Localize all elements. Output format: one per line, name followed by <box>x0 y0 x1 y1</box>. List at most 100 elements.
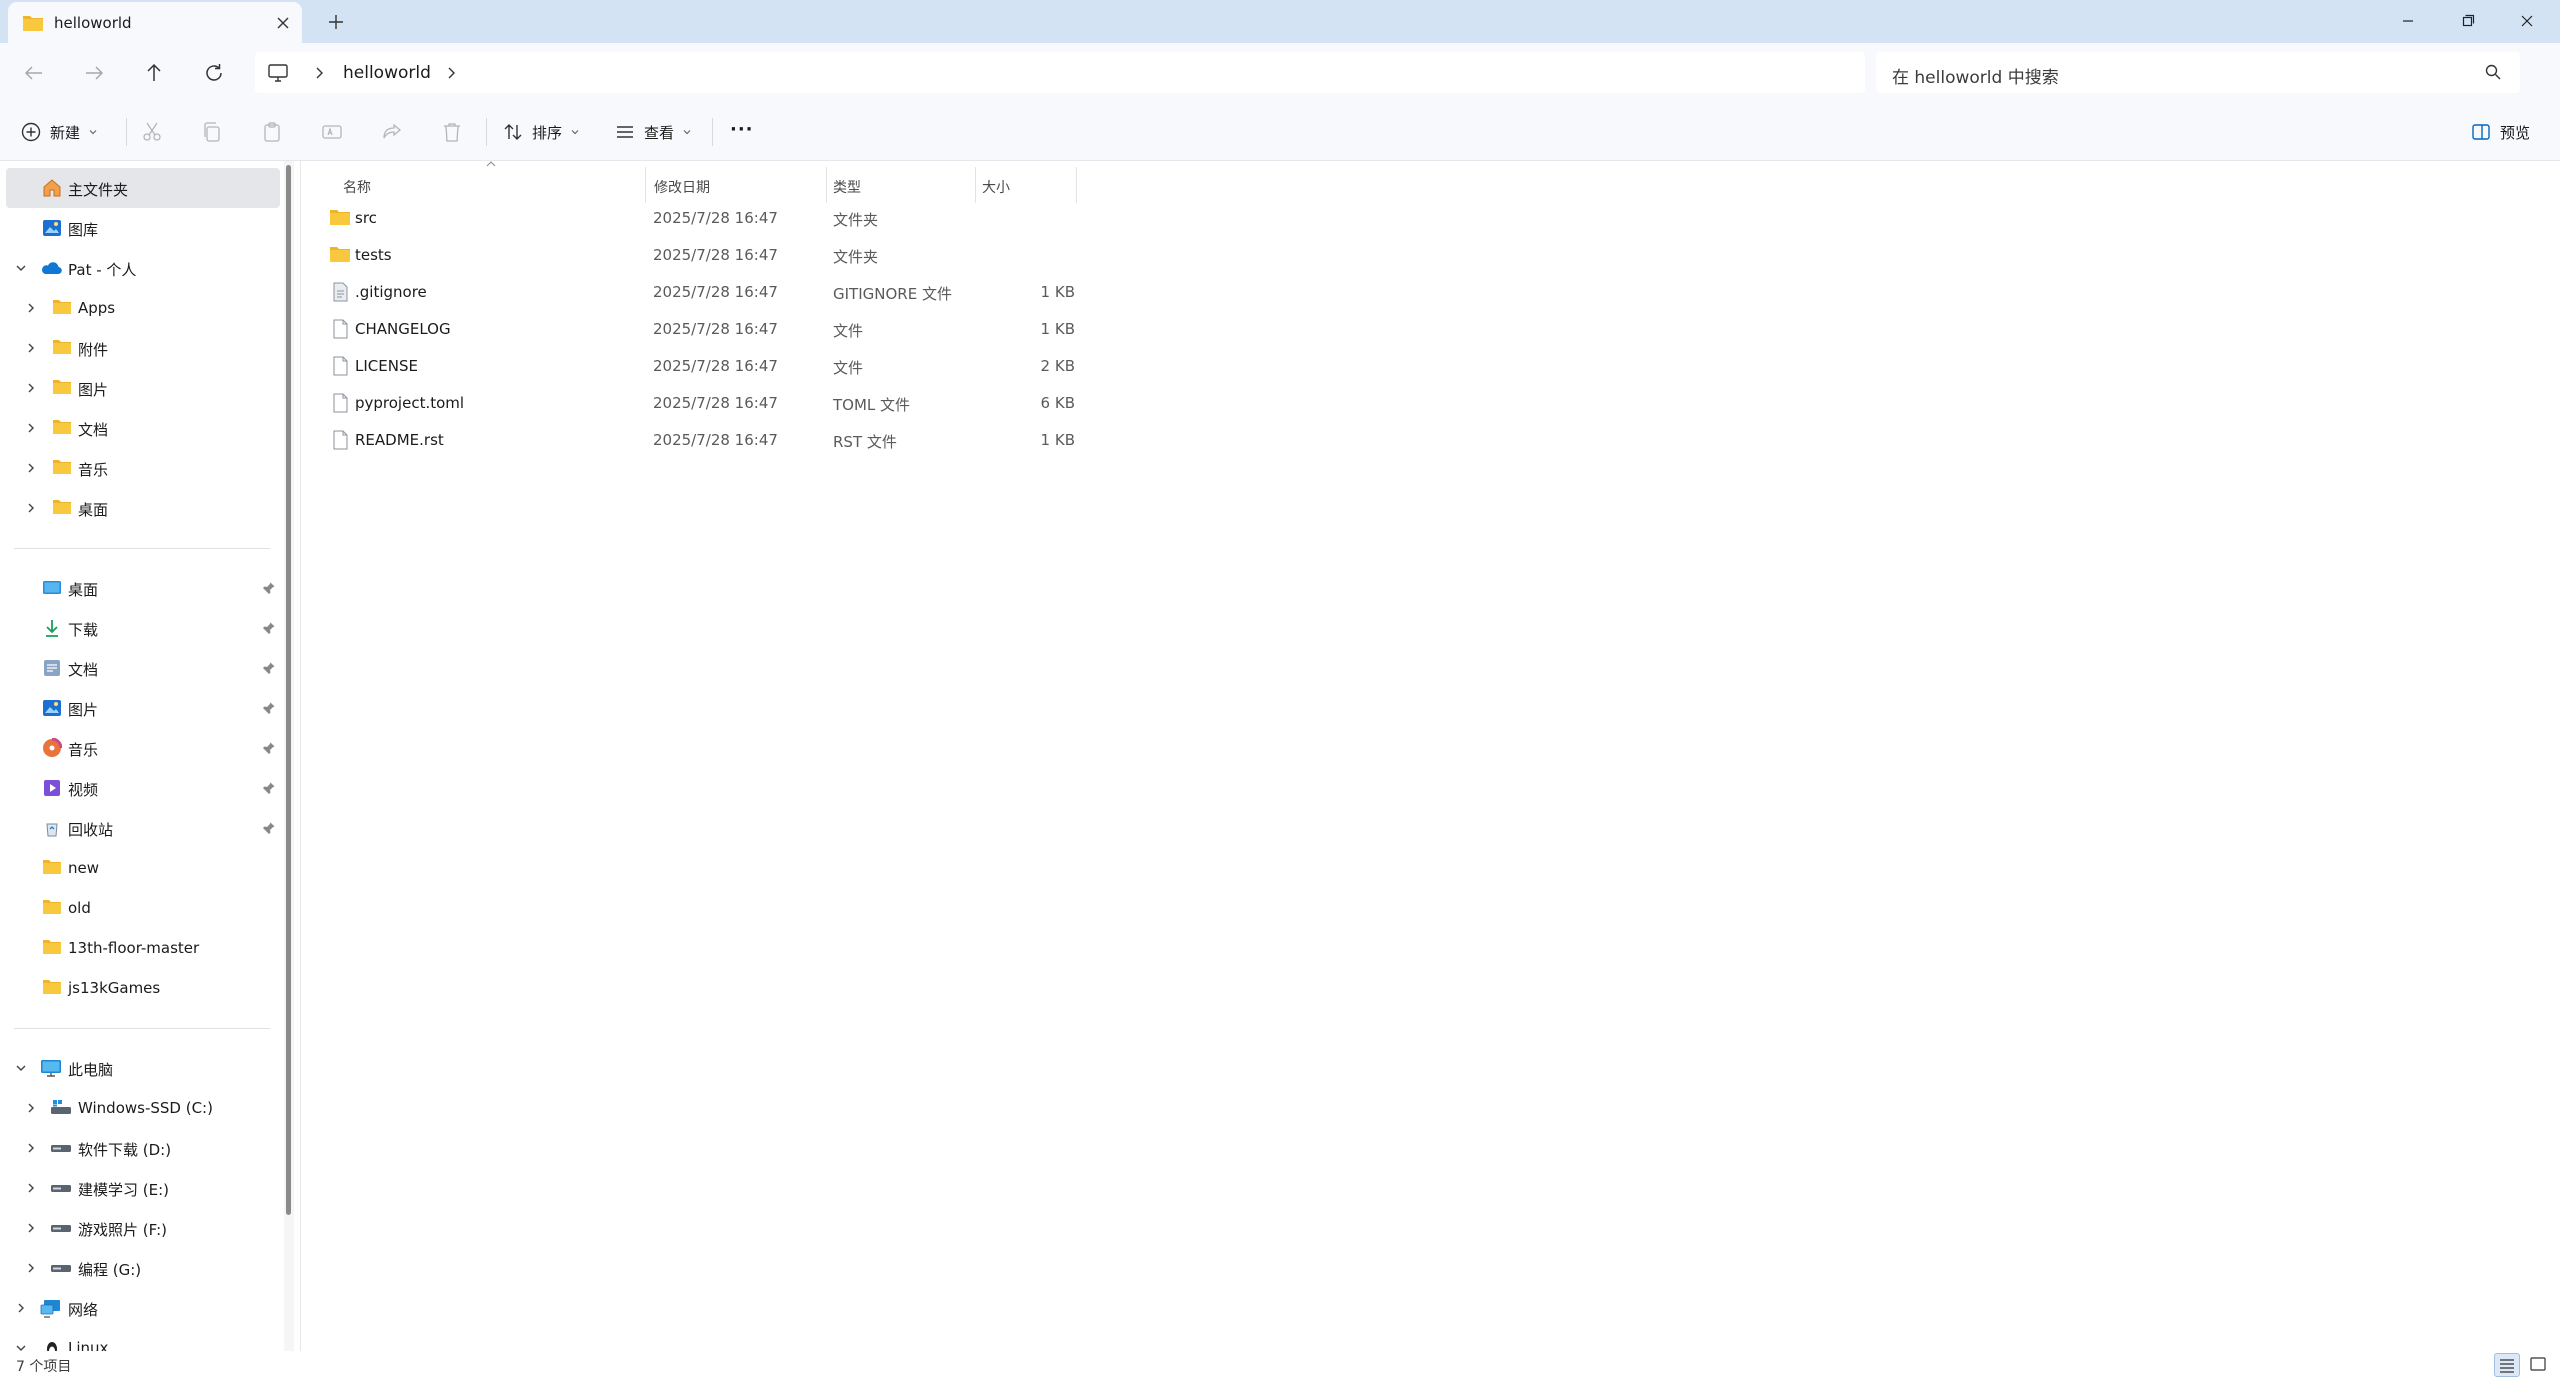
file-row[interactable]: LICENSE 2025/7/28 16:47 文件 2 KB <box>325 347 1375 384</box>
more-options-button[interactable]: ··· <box>730 114 754 144</box>
breadcrumb-chevron-icon[interactable] <box>445 66 457 80</box>
forward-button[interactable] <box>80 59 108 87</box>
chevron-right-icon[interactable] <box>24 461 38 475</box>
close-tab-icon[interactable] <box>274 14 292 32</box>
chevron-right-icon[interactable] <box>24 501 38 515</box>
chevron-right-icon[interactable] <box>24 341 38 355</box>
file-type: 文件 <box>833 359 864 377</box>
chevron-right-icon[interactable] <box>24 421 38 435</box>
sidebar-item-drive[interactable]: 软件下载 (D:) <box>0 1128 280 1168</box>
file-name: pyproject.toml <box>355 394 465 412</box>
file-row[interactable]: src 2025/7/28 16:47 文件夹 <box>325 199 1375 236</box>
chevron-right-icon[interactable] <box>24 1141 38 1155</box>
sort-icon <box>502 121 524 143</box>
pin-icon[interactable] <box>262 661 276 675</box>
share-icon[interactable] <box>380 120 404 144</box>
preview-button[interactable]: 预览 <box>2470 117 2530 147</box>
chevron-right-icon[interactable] <box>24 1221 38 1235</box>
sidebar-item-home[interactable]: 主文件夹 <box>6 168 280 208</box>
file-row[interactable]: tests 2025/7/28 16:47 文件夹 <box>325 236 1375 273</box>
sidebar-item-network[interactable]: 网络 <box>0 1288 280 1328</box>
sidebar-item-onedrive-folder[interactable]: 附件 <box>0 328 280 368</box>
file-row[interactable]: README.rst 2025/7/28 16:47 RST 文件 1 KB <box>325 421 1375 458</box>
back-button[interactable] <box>20 59 48 87</box>
sidebar-item-music[interactable]: 音乐 <box>0 728 280 768</box>
sort-button[interactable]: 排序 <box>502 117 580 147</box>
sidebar-item-drive[interactable]: 建模学习 (E:) <box>0 1168 280 1208</box>
sidebar-item-onedrive-folder[interactable]: 音乐 <box>0 448 280 488</box>
file-name: .gitignore <box>355 283 427 301</box>
details-view-button[interactable] <box>2494 1353 2520 1377</box>
folder-icon <box>42 978 62 998</box>
sidebar-item-desktop[interactable]: 桌面 <box>0 568 280 608</box>
new-tab-button[interactable] <box>326 12 346 32</box>
rename-icon[interactable] <box>320 120 344 144</box>
file-row[interactable]: .gitignore 2025/7/28 16:47 GITIGNORE 文件 1 K… <box>325 273 1375 310</box>
breadcrumb-chevron-icon[interactable] <box>313 66 325 80</box>
delete-icon[interactable] <box>440 120 464 144</box>
pin-icon[interactable] <box>262 741 276 755</box>
large-icons-view-button[interactable] <box>2526 1353 2552 1377</box>
sidebar-item-recycle-bin[interactable]: 回收站 <box>0 808 280 848</box>
view-button[interactable]: 查看 <box>614 117 692 147</box>
tab-helloworld[interactable]: helloworld <box>8 2 302 43</box>
chevron-right-icon[interactable] <box>24 1181 38 1195</box>
pin-icon[interactable] <box>262 781 276 795</box>
chevron-down-icon[interactable] <box>14 1341 28 1351</box>
sidebar-item-pictures[interactable]: 图片 <box>0 688 280 728</box>
sidebar-item-onedrive-folder[interactable]: 文档 <box>0 408 280 448</box>
sidebar-item-folder[interactable]: old <box>0 888 280 928</box>
sidebar-item-onedrive[interactable]: Pat - 个人 <box>0 248 280 288</box>
pin-icon[interactable] <box>262 821 276 835</box>
sidebar-item-drive[interactable]: 编程 (G:) <box>0 1248 280 1288</box>
sidebar-item-onedrive-folder[interactable]: 图片 <box>0 368 280 408</box>
sidebar-item-folder[interactable]: 13th-floor-master <box>0 928 280 968</box>
address-bar[interactable]: helloworld <box>255 52 1865 93</box>
file-name: tests <box>355 246 392 264</box>
pictures-icon <box>42 698 62 718</box>
sidebar-item-downloads[interactable]: 下载 <box>0 608 280 648</box>
sidebar-item-drive[interactable]: 游戏照片 (F:) <box>0 1208 280 1248</box>
cut-icon[interactable] <box>140 120 164 144</box>
chevron-right-icon[interactable] <box>14 1301 28 1315</box>
chevron-down-icon[interactable] <box>14 261 28 275</box>
sidebar-scrollbar-thumb[interactable] <box>286 165 291 1215</box>
chevron-right-icon[interactable] <box>24 1261 38 1275</box>
sidebar-item-documents[interactable]: 文档 <box>0 648 280 688</box>
refresh-button[interactable] <box>200 59 228 87</box>
pin-icon[interactable] <box>262 621 276 635</box>
folder-icon <box>52 498 72 518</box>
chevron-right-icon[interactable] <box>24 1101 38 1115</box>
search-box[interactable]: 在 helloworld 中搜索 <box>1876 52 2520 93</box>
new-button[interactable]: 新建 <box>20 117 98 147</box>
minimize-button[interactable] <box>2386 6 2430 36</box>
chevron-right-icon[interactable] <box>24 381 38 395</box>
sidebar-item-label: 附件 <box>78 341 109 359</box>
close-window-button[interactable] <box>2505 6 2549 36</box>
breadcrumb-helloworld[interactable]: helloworld <box>343 63 431 83</box>
pin-icon[interactable] <box>262 581 276 595</box>
restore-button[interactable] <box>2446 6 2490 36</box>
sidebar-item-onedrive-folder[interactable]: 桌面 <box>0 488 280 528</box>
chevron-right-icon[interactable] <box>24 301 38 315</box>
column-divider[interactable] <box>1076 167 1077 203</box>
paste-icon[interactable] <box>260 120 284 144</box>
up-button[interactable] <box>140 59 168 87</box>
file-row[interactable]: pyproject.toml 2025/7/28 16:47 TOML 文件 6 KB <box>325 384 1375 421</box>
chevron-down-icon <box>570 127 580 137</box>
sidebar-item-folder[interactable]: js13kGames <box>0 968 280 1008</box>
chevron-down-icon[interactable] <box>14 1061 28 1075</box>
sidebar-item-drive[interactable]: Windows-SSD (C:) <box>0 1088 280 1128</box>
copy-icon[interactable] <box>200 120 224 144</box>
sidebar-item-onedrive-folder[interactable]: Apps <box>0 288 280 328</box>
file-row[interactable]: CHANGELOG 2025/7/28 16:47 文件 1 KB <box>325 310 1375 347</box>
file-modified: 2025/7/28 16:47 <box>653 431 778 449</box>
sidebar-item-gallery[interactable]: 图库 <box>0 208 280 248</box>
sidebar-item-videos[interactable]: 视频 <box>0 768 280 808</box>
sidebar-item-this-pc[interactable]: 此电脑 <box>0 1048 280 1088</box>
search-input[interactable]: 在 helloworld 中搜索 <box>1892 63 2059 88</box>
search-icon[interactable] <box>2484 63 2502 81</box>
sidebar-item-linux[interactable]: Linux <box>0 1328 280 1351</box>
sidebar-item-folder[interactable]: new <box>0 848 280 888</box>
pin-icon[interactable] <box>262 701 276 715</box>
